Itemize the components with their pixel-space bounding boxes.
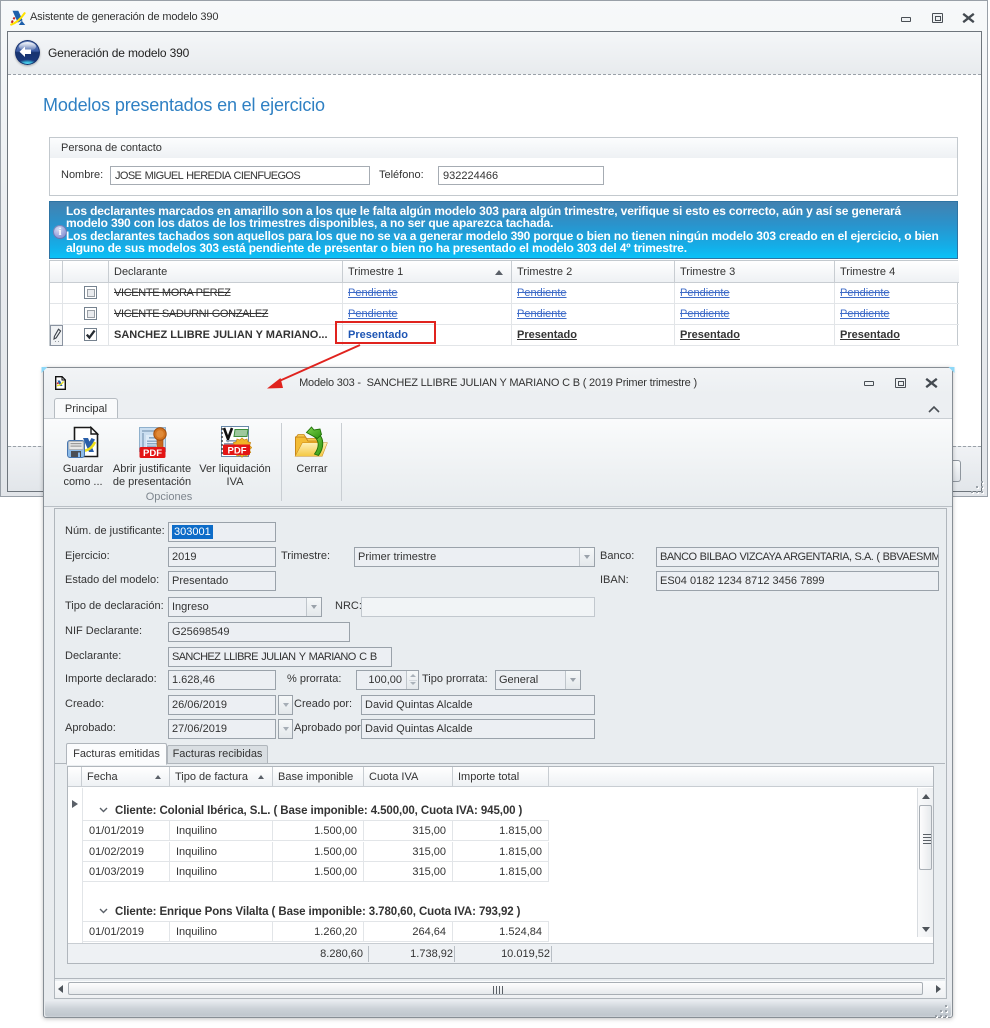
svg-text:PDF: PDF: [143, 448, 162, 459]
svg-text:PDF: PDF: [228, 445, 247, 456]
